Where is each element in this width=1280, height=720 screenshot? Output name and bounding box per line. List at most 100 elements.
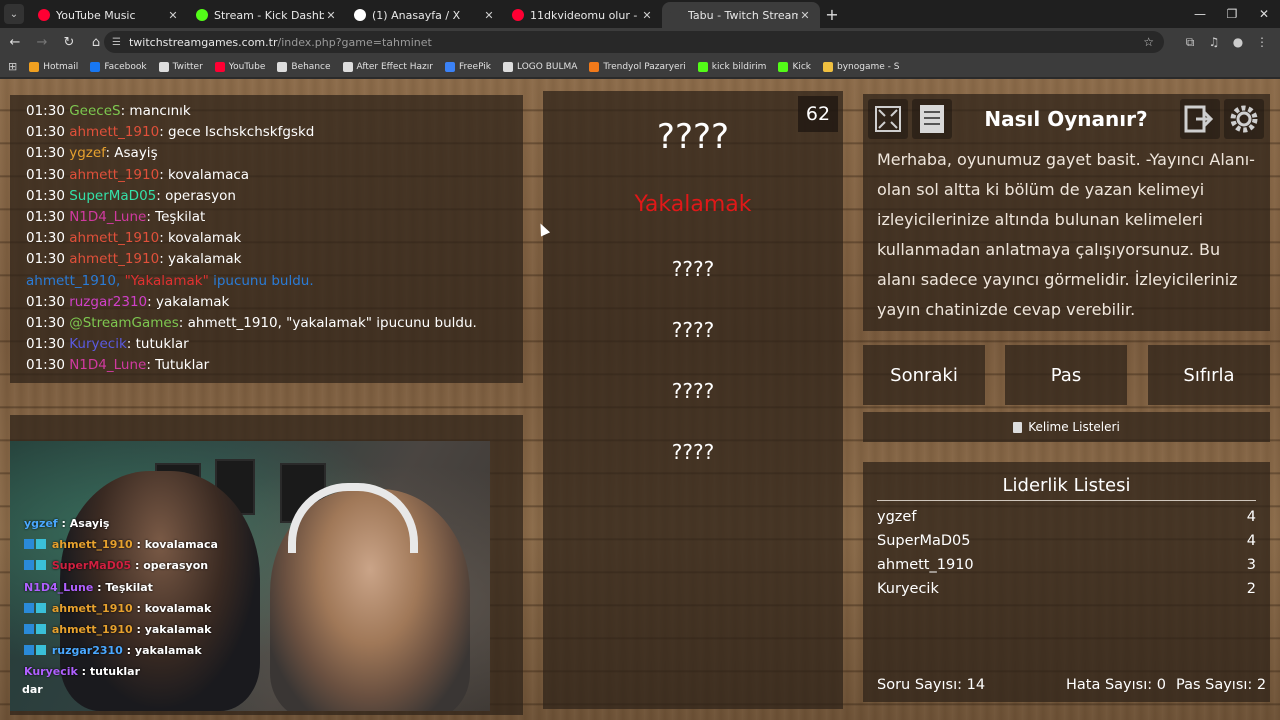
next-button[interactable]: Sonraki (863, 345, 985, 405)
tab-search-button[interactable]: ⌄ (4, 4, 24, 24)
chat-username: N1D4_Lune (69, 208, 147, 225)
bookmark-favicon-icon (444, 61, 455, 72)
leaderboard-name: ygzef (877, 509, 917, 525)
back-icon[interactable]: ← (3, 30, 27, 54)
webcam-chat-tail: dar (22, 683, 43, 696)
browser-tab[interactable]: Stream - Kick Dashboard✕ (188, 2, 346, 28)
bookmark-label: Behance (291, 61, 331, 72)
bookmark-item[interactable]: Facebook (90, 61, 147, 72)
question-count: Soru Sayısı: 14 (877, 677, 986, 693)
webcam-chat-user: ruzgar2310 (51, 644, 123, 658)
browser-tab[interactable]: YouTube Music ✕ (30, 2, 188, 28)
webcam-chat-line: ruzgar2310 : yakalamak (24, 640, 218, 661)
webcam-chat-user: SuperMaD05 (51, 559, 132, 573)
webcam-chat-text: operasyon (143, 559, 209, 573)
menu-icon[interactable]: ⋮ (1250, 30, 1274, 54)
chat-text: Tutuklar (155, 357, 210, 374)
bookmark-item[interactable]: Behance (277, 61, 331, 72)
tab-title: Stream - Kick Dashboard (214, 8, 324, 22)
bookmark-item[interactable]: Twitter (158, 61, 203, 72)
exit-icon (1184, 105, 1214, 133)
tab-close-icon[interactable]: ✕ (482, 9, 496, 22)
fullscreen-button[interactable] (868, 99, 908, 139)
chat-message: 01:30 ahmett_1910: gece Ischskchskfgskd (26, 124, 315, 141)
settings-button[interactable] (1224, 99, 1264, 139)
browser-tab[interactable]: (1) Anasayfa / X ✕ (346, 2, 504, 28)
webcam-chat-user: N1D4_Lune (24, 580, 94, 594)
reset-button[interactable]: Sıfırla (1148, 345, 1270, 405)
chat-text: ahmett_1910, "yakalamak" ipucunu buldu. (187, 314, 477, 331)
tab-close-icon[interactable]: ✕ (798, 9, 812, 22)
chat-username: ahmett_1910 (69, 251, 160, 268)
bookmark-favicon-icon (823, 61, 833, 72)
minimize-icon[interactable]: — (1184, 0, 1216, 28)
leaderboard-score: 3 (1246, 557, 1256, 573)
browser-tab[interactable]: 11dkvideomu olur - YouTube✕ (504, 2, 662, 28)
chat-text: Asayiş (114, 145, 158, 162)
tab-close-icon[interactable]: ✕ (324, 9, 338, 22)
chat-username: ahmett_1910 (69, 230, 160, 247)
site-info-icon[interactable]: ☰ (112, 37, 121, 48)
bookmark-star-icon[interactable]: ☆ (1143, 35, 1154, 49)
logout-button[interactable] (1180, 99, 1220, 139)
tab-close-icon[interactable]: ✕ (640, 9, 654, 22)
bookmark-item[interactable]: Hotmail (29, 61, 79, 72)
chat-username: ahmett_1910 (69, 124, 160, 141)
bookmark-item[interactable]: YouTube (214, 61, 265, 72)
window-controls: — ❐ ✕ (1184, 0, 1280, 28)
chat-badge-icon (36, 602, 46, 613)
webcam-chat-overlay: ygzef : Asayiş ahmett_1910 : kovalamaca … (24, 513, 218, 683)
webcam-chat-line: ahmett_1910 : kovalamak (24, 598, 218, 619)
extensions-icon[interactable]: ⧉ (1178, 30, 1202, 54)
chat-badge-icon (36, 560, 46, 571)
apps-grid-icon[interactable]: ⊞ (8, 60, 17, 73)
bookmark-item[interactable]: FreePik (444, 61, 491, 72)
chat-badge-icon (36, 623, 46, 634)
bookmark-favicon-icon (503, 61, 514, 72)
leaderboard-score: 4 (1246, 509, 1256, 525)
webcam-chat-user: ahmett_1910 (51, 538, 133, 552)
bookmark-favicon-icon (29, 61, 40, 72)
bookmark-label: Hotmail (43, 61, 79, 72)
chat-message: 01:30 ygzef: Asayiş (26, 145, 158, 162)
tab-close-icon[interactable]: ✕ (166, 9, 180, 22)
leaderboard-title: Liderlik Listesi (877, 475, 1256, 501)
tab-title: Tabu - Twitch Stream Games (688, 8, 798, 22)
address-bar[interactable]: ☰ twitchstreamgames.com.tr /index.php?ga… (104, 31, 1164, 53)
reload-icon[interactable]: ↻ (57, 30, 81, 54)
bookmark-item[interactable]: bynogame - S (823, 61, 899, 72)
tab-title: (1) Anasayfa / X (372, 8, 461, 22)
browser-tab[interactable]: Tabu - Twitch Stream Games✕ (662, 2, 820, 28)
rules-button[interactable] (912, 99, 952, 139)
chat-time: 01:30 (26, 124, 65, 141)
chat-username: @StreamGames (69, 314, 179, 331)
bookmark-item[interactable]: Trendyol Pazaryeri (589, 61, 686, 72)
chat-text: Teşkilat (155, 208, 206, 225)
leaderboard-row: SuperMaD05 4 (877, 533, 1256, 557)
chat-badge-icon (24, 560, 34, 571)
chat-text: kovalamaca (168, 166, 250, 183)
forward-icon[interactable]: → (30, 30, 54, 54)
word-lists-button[interactable]: Kelime Listeleri (863, 412, 1270, 442)
chat-username: N1D4_Lune (69, 357, 147, 374)
close-window-icon[interactable]: ✕ (1248, 0, 1280, 28)
new-tab-button[interactable]: + (820, 2, 844, 26)
profile-avatar[interactable]: ● (1226, 30, 1250, 54)
bookmark-item[interactable]: Kick (778, 61, 811, 72)
bookmark-item[interactable]: LOGO BULMA (503, 61, 577, 72)
chat-username: Kuryecik (69, 336, 127, 353)
chat-text: yakalamak (168, 251, 242, 268)
bookmark-favicon-icon (589, 61, 600, 72)
leaderboard-name: SuperMaD05 (877, 533, 971, 549)
clipboard-icon (1013, 421, 1023, 433)
pass-button[interactable]: Pas (1005, 345, 1127, 405)
bookmark-favicon-icon (277, 61, 288, 72)
bookmark-item[interactable]: kick bildirim (697, 61, 766, 72)
chat-text: kovalamak (168, 230, 242, 247)
hidden-hint-word: ???? (671, 318, 715, 342)
bookmark-item[interactable]: After Effect Hazır (342, 61, 433, 72)
chat-username: ygzef (69, 145, 106, 162)
media-icon[interactable]: ♫ (1202, 30, 1226, 54)
restore-icon[interactable]: ❐ (1216, 0, 1248, 28)
webcam-feed: ygzef : Asayiş ahmett_1910 : kovalamaca … (10, 441, 490, 711)
